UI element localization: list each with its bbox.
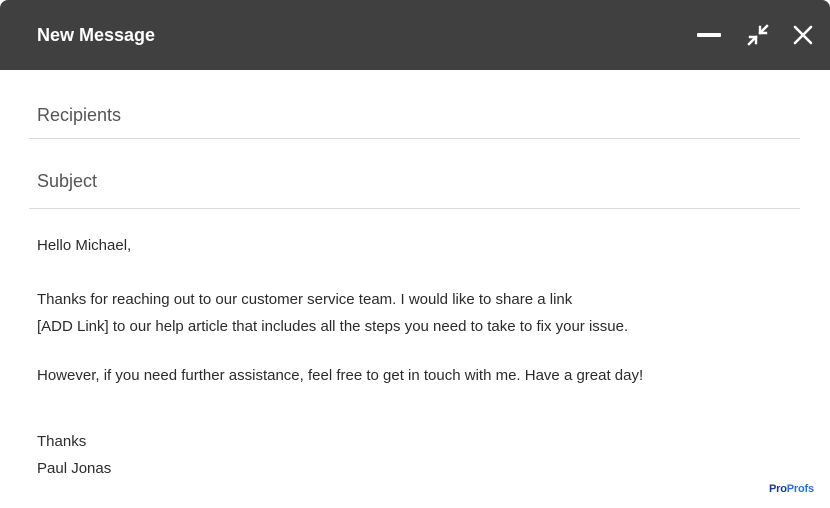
- compose-titlebar: New Message: [0, 0, 830, 70]
- exit-fullscreen-button[interactable]: [743, 20, 773, 50]
- compose-window: New Message Recipients Subject Hello Mic…: [0, 0, 830, 508]
- message-line: However, if you need further assistance,…: [37, 367, 644, 384]
- message-signoff: Thanks: [37, 433, 87, 450]
- exit-fullscreen-icon: [747, 24, 769, 46]
- subject-label: Subject: [37, 171, 98, 191]
- compose-title: New Message: [37, 25, 156, 45]
- message-signature: Paul Jonas: [37, 460, 112, 477]
- logo-part-1: Pro: [769, 483, 787, 495]
- logo-part-2: Profs: [786, 483, 814, 495]
- message-greeting: Hello Michael,: [37, 237, 132, 254]
- close-button[interactable]: [788, 20, 818, 50]
- message-line: Thanks for reaching out to our customer …: [37, 291, 573, 308]
- subject-field[interactable]: Subject: [29, 150, 800, 209]
- recipients-label: Recipients: [37, 105, 122, 125]
- minimize-icon: [697, 33, 721, 37]
- message-line: [ADD Link] to our help article that incl…: [37, 318, 629, 335]
- minimize-button[interactable]: [694, 20, 724, 50]
- recipients-field[interactable]: Recipients: [29, 90, 800, 139]
- proprofs-logo: ProProfs: [769, 482, 814, 496]
- close-icon: [793, 25, 813, 45]
